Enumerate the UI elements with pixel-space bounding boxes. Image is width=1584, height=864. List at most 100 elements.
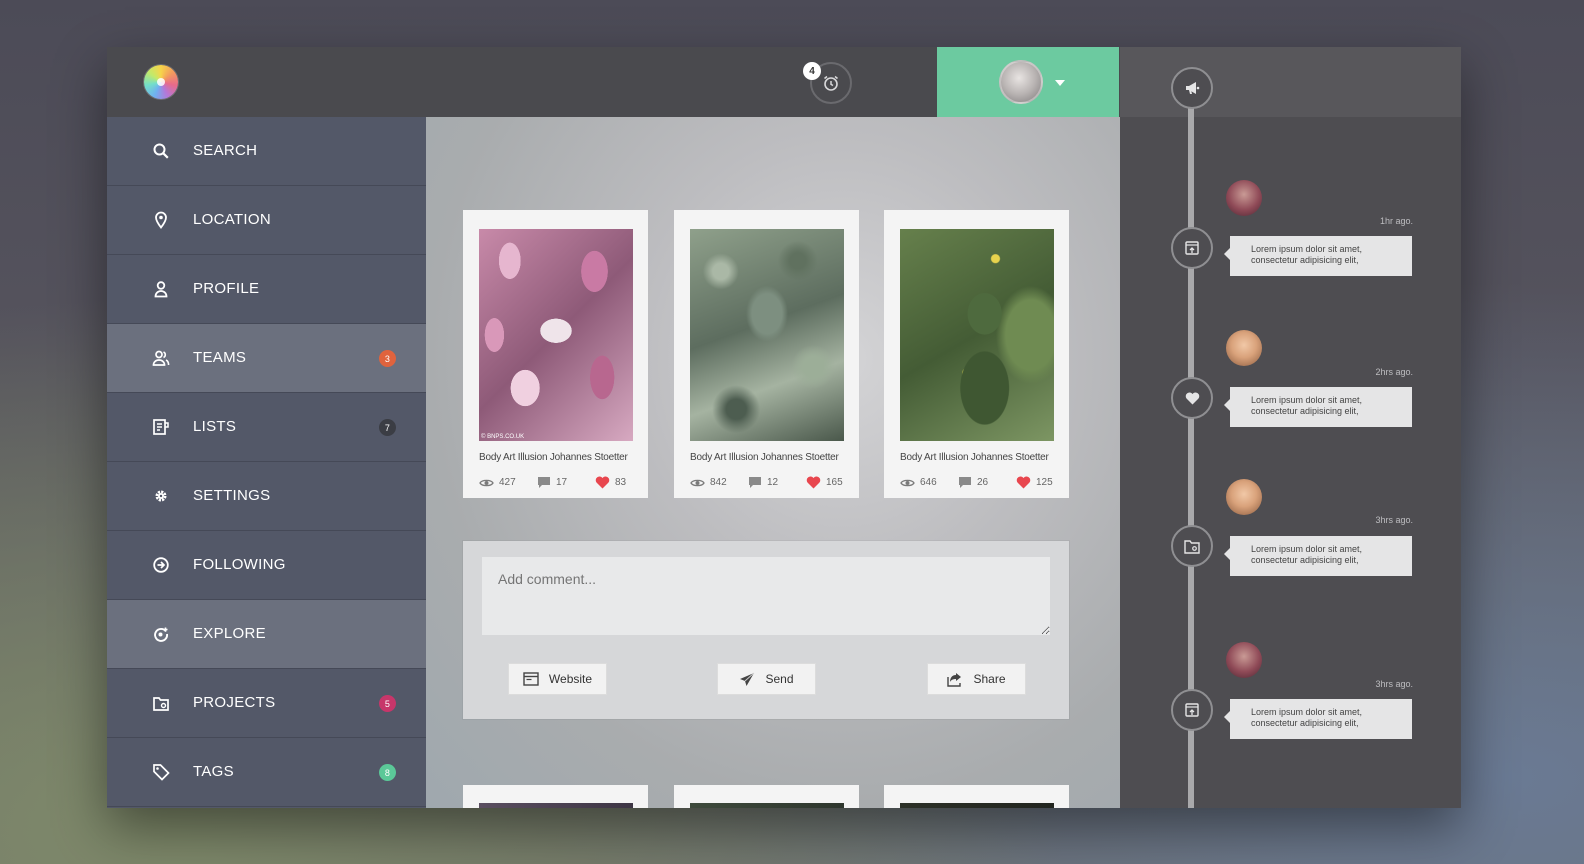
timestamp: 3hrs ago. — [1375, 515, 1413, 525]
projects-count-badge: 5 — [379, 695, 396, 712]
map-pin-icon — [155, 211, 167, 229]
heart-icon — [595, 476, 610, 489]
folder-icon — [1184, 539, 1200, 554]
sidebar-item-label: PROJECTS — [193, 694, 276, 711]
photo-card[interactable]: Body Art Illusion Johannes Stoetter 646 … — [884, 210, 1069, 498]
user-menu[interactable] — [937, 47, 1119, 117]
comments-stat[interactable]: 17 — [537, 476, 595, 489]
message-line: Lorem ipsum dolor sit amet, — [1251, 544, 1363, 554]
sidebar-item-label: TEAMS — [193, 349, 247, 366]
likes-stat[interactable]: 83 — [595, 476, 653, 489]
tag-icon — [153, 764, 170, 781]
message-line: Lorem ipsum dolor sit amet, — [1251, 395, 1363, 405]
message-line: consectetur adipisicing elit, — [1251, 555, 1359, 565]
upload-icon — [1185, 703, 1199, 717]
chevron-down-icon — [1055, 80, 1065, 86]
share-button[interactable]: Share — [927, 663, 1026, 695]
photo-card[interactable] — [884, 785, 1069, 808]
timeline-node[interactable] — [1171, 525, 1213, 567]
megaphone-icon — [1186, 82, 1200, 94]
sidebar-item-tags[interactable]: TAGS 8 — [107, 738, 426, 807]
comment-icon — [959, 477, 971, 488]
timeline-node[interactable] — [1171, 377, 1213, 419]
avatar[interactable] — [1226, 479, 1262, 515]
sidebar-item-lists[interactable]: LISTS 7 — [107, 393, 426, 462]
photo-card[interactable]: © BNPS.CO.UK Body Art Illusion Johannes … — [463, 210, 648, 498]
views-count: 427 — [499, 477, 516, 488]
sidebar-item-search[interactable]: SEARCH — [107, 117, 426, 186]
send-button[interactable]: Send — [717, 663, 816, 695]
comment-icon — [749, 477, 761, 488]
team-icon — [152, 350, 170, 366]
timeline-node[interactable] — [1171, 689, 1213, 731]
search-icon — [153, 143, 169, 159]
eye-icon — [479, 479, 494, 486]
timeline-node[interactable] — [1171, 227, 1213, 269]
views-stat: 842 — [690, 476, 748, 489]
avatar[interactable] — [1226, 330, 1262, 366]
user-avatar — [999, 60, 1043, 104]
avatar[interactable] — [1226, 180, 1262, 216]
upload-icon — [1185, 241, 1199, 255]
sidebar-item-following[interactable]: FOLLOWING — [107, 531, 426, 600]
comment-icon — [538, 477, 550, 488]
tags-count-badge: 8 — [379, 764, 396, 781]
comments-stat[interactable]: 12 — [748, 476, 806, 489]
photo-image[interactable] — [900, 229, 1054, 441]
app-window: 4 SEARCH LOCATION PROFILE TEAMS 3 LISTS … — [107, 47, 1461, 808]
heart-icon — [1185, 392, 1199, 404]
photo-stats: 842 12 165 — [690, 476, 864, 489]
paper-plane-icon — [740, 672, 755, 686]
browser-window-icon — [523, 672, 539, 686]
send-label: Send — [765, 672, 794, 686]
photo-image[interactable] — [479, 803, 633, 808]
message-line: Lorem ipsum dolor sit amet, — [1251, 707, 1363, 717]
comment-panel: Website Send Share — [463, 541, 1069, 719]
timeline-message: Lorem ipsum dolor sit amet, consectetur … — [1224, 536, 1412, 576]
sidebar-item-projects[interactable]: PROJECTS 5 — [107, 669, 426, 738]
photo-image[interactable] — [690, 229, 844, 441]
photo-caption: Body Art Illusion Johannes Stoetter — [479, 452, 628, 463]
sidebar-item-location[interactable]: LOCATION — [107, 186, 426, 255]
comments-count: 12 — [767, 477, 779, 488]
avatar[interactable] — [1226, 642, 1262, 678]
website-button[interactable]: Website — [508, 663, 607, 695]
comment-input[interactable] — [482, 557, 1050, 635]
gear-icon — [155, 490, 167, 502]
alarm-count-badge: 4 — [803, 62, 821, 80]
sidebar-item-label: EXPLORE — [193, 625, 266, 642]
announcements-button[interactable] — [1171, 67, 1213, 109]
photo-watermark: © BNPS.CO.UK — [481, 434, 525, 440]
sidebar-item-explore[interactable]: EXPLORE — [107, 600, 426, 669]
comments-stat[interactable]: 26 — [958, 476, 1016, 489]
message-line: consectetur adipisicing elit, — [1251, 718, 1359, 728]
eye-icon — [690, 479, 705, 486]
share-label: Share — [973, 672, 1006, 686]
views-stat: 646 — [900, 476, 958, 489]
alarm-clock-icon — [824, 75, 838, 91]
photo-card[interactable] — [674, 785, 859, 808]
photo-image[interactable] — [900, 803, 1054, 808]
logo-icon[interactable] — [144, 65, 178, 99]
photo-card[interactable]: Body Art Illusion Johannes Stoetter 842 … — [674, 210, 859, 498]
teams-count-badge: 3 — [379, 350, 396, 367]
lists-count-badge: 7 — [379, 419, 396, 436]
sidebar-item-label: TAGS — [193, 763, 234, 780]
top-bar: 4 — [107, 47, 1120, 117]
compass-icon — [154, 627, 168, 642]
user-icon — [154, 281, 168, 298]
eye-icon — [900, 479, 915, 486]
sidebar-item-profile[interactable]: PROFILE — [107, 255, 426, 324]
photo-card[interactable] — [463, 785, 648, 808]
likes-stat[interactable]: 125 — [1016, 476, 1074, 489]
photo-stats: 427 17 83 — [479, 476, 653, 489]
sidebar-item-settings[interactable]: SETTINGS — [107, 462, 426, 531]
sidebar-item-label: LISTS — [193, 418, 237, 435]
timeline-message: Lorem ipsum dolor sit amet, consectetur … — [1224, 387, 1412, 427]
sidebar-item-label: LOCATION — [193, 211, 271, 228]
comments-count: 17 — [556, 477, 568, 488]
likes-stat[interactable]: 165 — [806, 476, 864, 489]
sidebar-item-teams[interactable]: TEAMS 3 — [107, 324, 426, 393]
photo-image[interactable]: © BNPS.CO.UK — [479, 229, 633, 441]
photo-image[interactable] — [690, 803, 844, 808]
